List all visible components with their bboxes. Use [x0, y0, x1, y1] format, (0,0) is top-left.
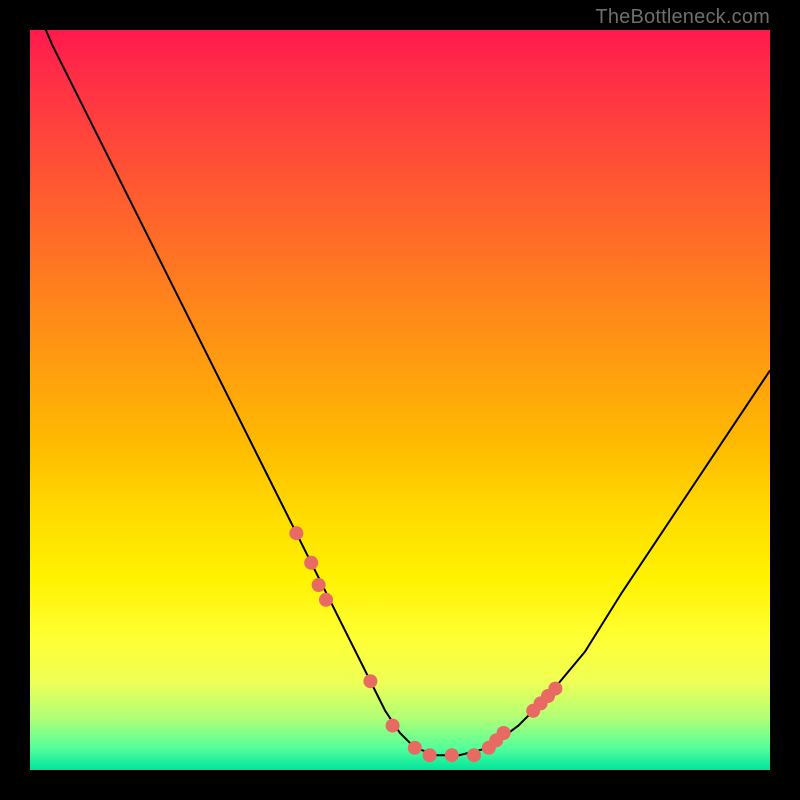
bottleneck-chart-svg — [30, 30, 770, 770]
marker-dot — [445, 748, 459, 762]
marker-dot — [497, 726, 511, 740]
chart-plot-area — [30, 30, 770, 770]
marker-dot — [408, 741, 422, 755]
marker-dot — [304, 556, 318, 570]
marker-dot — [548, 682, 562, 696]
marker-dot — [312, 578, 326, 592]
marker-dot — [423, 748, 437, 762]
marker-dot — [467, 748, 481, 762]
marker-dot — [386, 719, 400, 733]
bottleneck-curve-line — [30, 30, 770, 755]
marker-dot — [319, 593, 333, 607]
watermark-text: TheBottleneck.com — [595, 6, 770, 29]
marker-dots-group — [289, 526, 562, 762]
marker-dot — [363, 674, 377, 688]
marker-dot — [289, 526, 303, 540]
